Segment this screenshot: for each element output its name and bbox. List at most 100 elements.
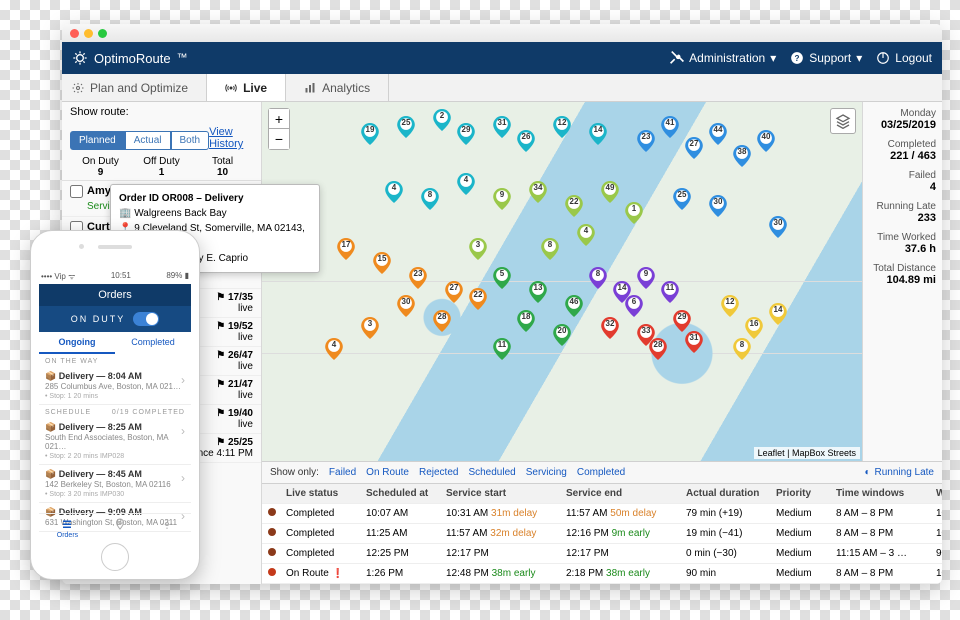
filter-scheduled[interactable]: Scheduled (468, 467, 515, 478)
map-pin[interactable]: 2 (433, 109, 451, 131)
filter-failed[interactable]: Failed (329, 467, 356, 478)
map-pin[interactable]: 18 (517, 310, 535, 332)
col-header[interactable]: Live status (280, 488, 360, 499)
map-pin[interactable]: 8 (421, 188, 439, 210)
toggle-switch[interactable] (133, 312, 159, 326)
col-header[interactable]: Actual duration (680, 488, 770, 499)
on-duty-toggle[interactable]: ON DUTY (39, 306, 191, 332)
col-header[interactable]: Scheduled at (360, 488, 440, 499)
map-pin[interactable]: 20 (553, 324, 571, 346)
map-pin[interactable]: 1 (625, 202, 643, 224)
admin-menu[interactable]: Administration▾ (670, 51, 776, 65)
map-pin[interactable]: 28 (433, 310, 451, 332)
layers-button[interactable] (830, 108, 856, 134)
map-pin[interactable]: 49 (601, 181, 619, 203)
map-pin[interactable]: 27 (445, 281, 463, 303)
order-item[interactable]: 📦 Delivery — 8:25 AMSouth End Associates… (39, 418, 191, 465)
map-pin[interactable]: 17 (337, 238, 355, 260)
col-header[interactable]: Service start (440, 488, 560, 499)
map-pin[interactable]: 40 (757, 130, 775, 152)
map-pin[interactable]: 30 (397, 295, 415, 317)
col-header[interactable]: Time windows (830, 488, 930, 499)
map-pin[interactable]: 9 (493, 188, 511, 210)
map-pin[interactable]: 12 (721, 295, 739, 317)
seg-actual[interactable]: Actual (125, 131, 171, 150)
map[interactable]: + − 192522931261214234127443840484934224… (262, 102, 862, 461)
filter-servicing[interactable]: Servicing (526, 467, 567, 478)
map-pin[interactable]: 29 (673, 310, 691, 332)
map-pin[interactable]: 9 (637, 267, 655, 289)
running-late-toggle[interactable]: ◐ Running Late (864, 467, 934, 478)
map-pin[interactable]: 14 (589, 123, 607, 145)
tab-plan[interactable]: Plan and Optimize (62, 74, 207, 101)
table-row[interactable]: On Route ❗1:26 PM12:48 PM 38m early2:18 … (262, 564, 942, 584)
map-pin[interactable]: 3 (469, 238, 487, 260)
table-row[interactable]: Completed10:07 AM10:31 AM 31m delay11:57… (262, 504, 942, 524)
close-dot[interactable] (70, 29, 79, 38)
seg-both[interactable]: Both (171, 131, 210, 150)
map-pin[interactable]: 12 (553, 116, 571, 138)
order-item[interactable]: 📦 Delivery — 8:45 AM142 Berkeley St, Bos… (39, 465, 191, 503)
order-item[interactable]: 📦 Delivery — 8:04 AM285 Columbus Ave, Bo… (39, 367, 191, 405)
col-header[interactable]: Service end (560, 488, 680, 499)
zoom-out-button[interactable]: − (269, 129, 289, 149)
map-pin[interactable]: 28 (649, 338, 667, 360)
map-pin[interactable]: 4 (325, 338, 343, 360)
filter-rejected[interactable]: Rejected (419, 467, 458, 478)
map-pin[interactable]: 29 (457, 123, 475, 145)
table-row[interactable]: Completed12:25 PM12:17 PM12:17 PM0 min (… (262, 544, 942, 564)
map-pin[interactable]: 14 (769, 303, 787, 325)
seg-planned[interactable]: Planned (70, 131, 125, 150)
col-header[interactable]: Priority (770, 488, 830, 499)
map-pin[interactable]: 8 (733, 338, 751, 360)
map-pin[interactable]: 22 (469, 288, 487, 310)
map-pin[interactable]: 30 (769, 216, 787, 238)
map-pin[interactable]: 32 (601, 317, 619, 339)
map-pin[interactable]: 30 (709, 195, 727, 217)
map-pin[interactable]: 3 (361, 317, 379, 339)
max-dot[interactable] (98, 29, 107, 38)
filter-on-route[interactable]: On Route (366, 467, 409, 478)
map-pin[interactable]: 41 (661, 116, 679, 138)
map-pin[interactable]: 46 (565, 295, 583, 317)
map-pin[interactable]: 34 (529, 181, 547, 203)
view-history-link[interactable]: View History (209, 126, 253, 150)
zoom-in-button[interactable]: + (269, 109, 289, 129)
map-pin[interactable]: 25 (673, 188, 691, 210)
map-pin[interactable]: 19 (361, 123, 379, 145)
map-pin[interactable]: 31 (493, 116, 511, 138)
map-pin[interactable]: 8 (541, 238, 559, 260)
map-pin[interactable]: 4 (577, 224, 595, 246)
map-pin[interactable]: 31 (685, 331, 703, 353)
tab-completed[interactable]: Completed (115, 332, 191, 354)
nav-map[interactable] (114, 518, 126, 539)
tab-ongoing[interactable]: Ongoing (39, 332, 115, 354)
map-pin[interactable]: 27 (685, 137, 703, 159)
map-pin[interactable]: 4 (457, 173, 475, 195)
filter-completed[interactable]: Completed (577, 467, 625, 478)
logout-button[interactable]: Logout (876, 51, 932, 65)
map-pin[interactable]: 44 (709, 123, 727, 145)
map-pin[interactable]: 5 (493, 267, 511, 289)
map-pin[interactable]: 8 (589, 267, 607, 289)
map-pin[interactable]: 13 (529, 281, 547, 303)
map-pin[interactable]: 38 (733, 145, 751, 167)
map-pin[interactable]: 22 (565, 195, 583, 217)
map-pin[interactable]: 11 (493, 338, 511, 360)
col-header[interactable]: Weight [kg] (930, 488, 942, 499)
map-pin[interactable]: 25 (397, 116, 415, 138)
map-pin[interactable]: 15 (373, 252, 391, 274)
nav-settings[interactable] (161, 518, 173, 539)
tab-analytics[interactable]: Analytics (286, 74, 389, 101)
map-pin[interactable]: 6 (625, 295, 643, 317)
table-row[interactable]: Completed11:25 AM11:57 AM 32m delay12:16… (262, 524, 942, 544)
driver-checkbox[interactable] (70, 185, 83, 198)
min-dot[interactable] (84, 29, 93, 38)
map-pin[interactable]: 23 (637, 130, 655, 152)
map-pin[interactable]: 11 (661, 281, 679, 303)
support-menu[interactable]: ? Support▾ (790, 51, 862, 65)
map-pin[interactable]: 16 (745, 317, 763, 339)
map-pin[interactable]: 26 (517, 130, 535, 152)
map-pin[interactable]: 4 (385, 181, 403, 203)
map-pin[interactable]: 23 (409, 267, 427, 289)
